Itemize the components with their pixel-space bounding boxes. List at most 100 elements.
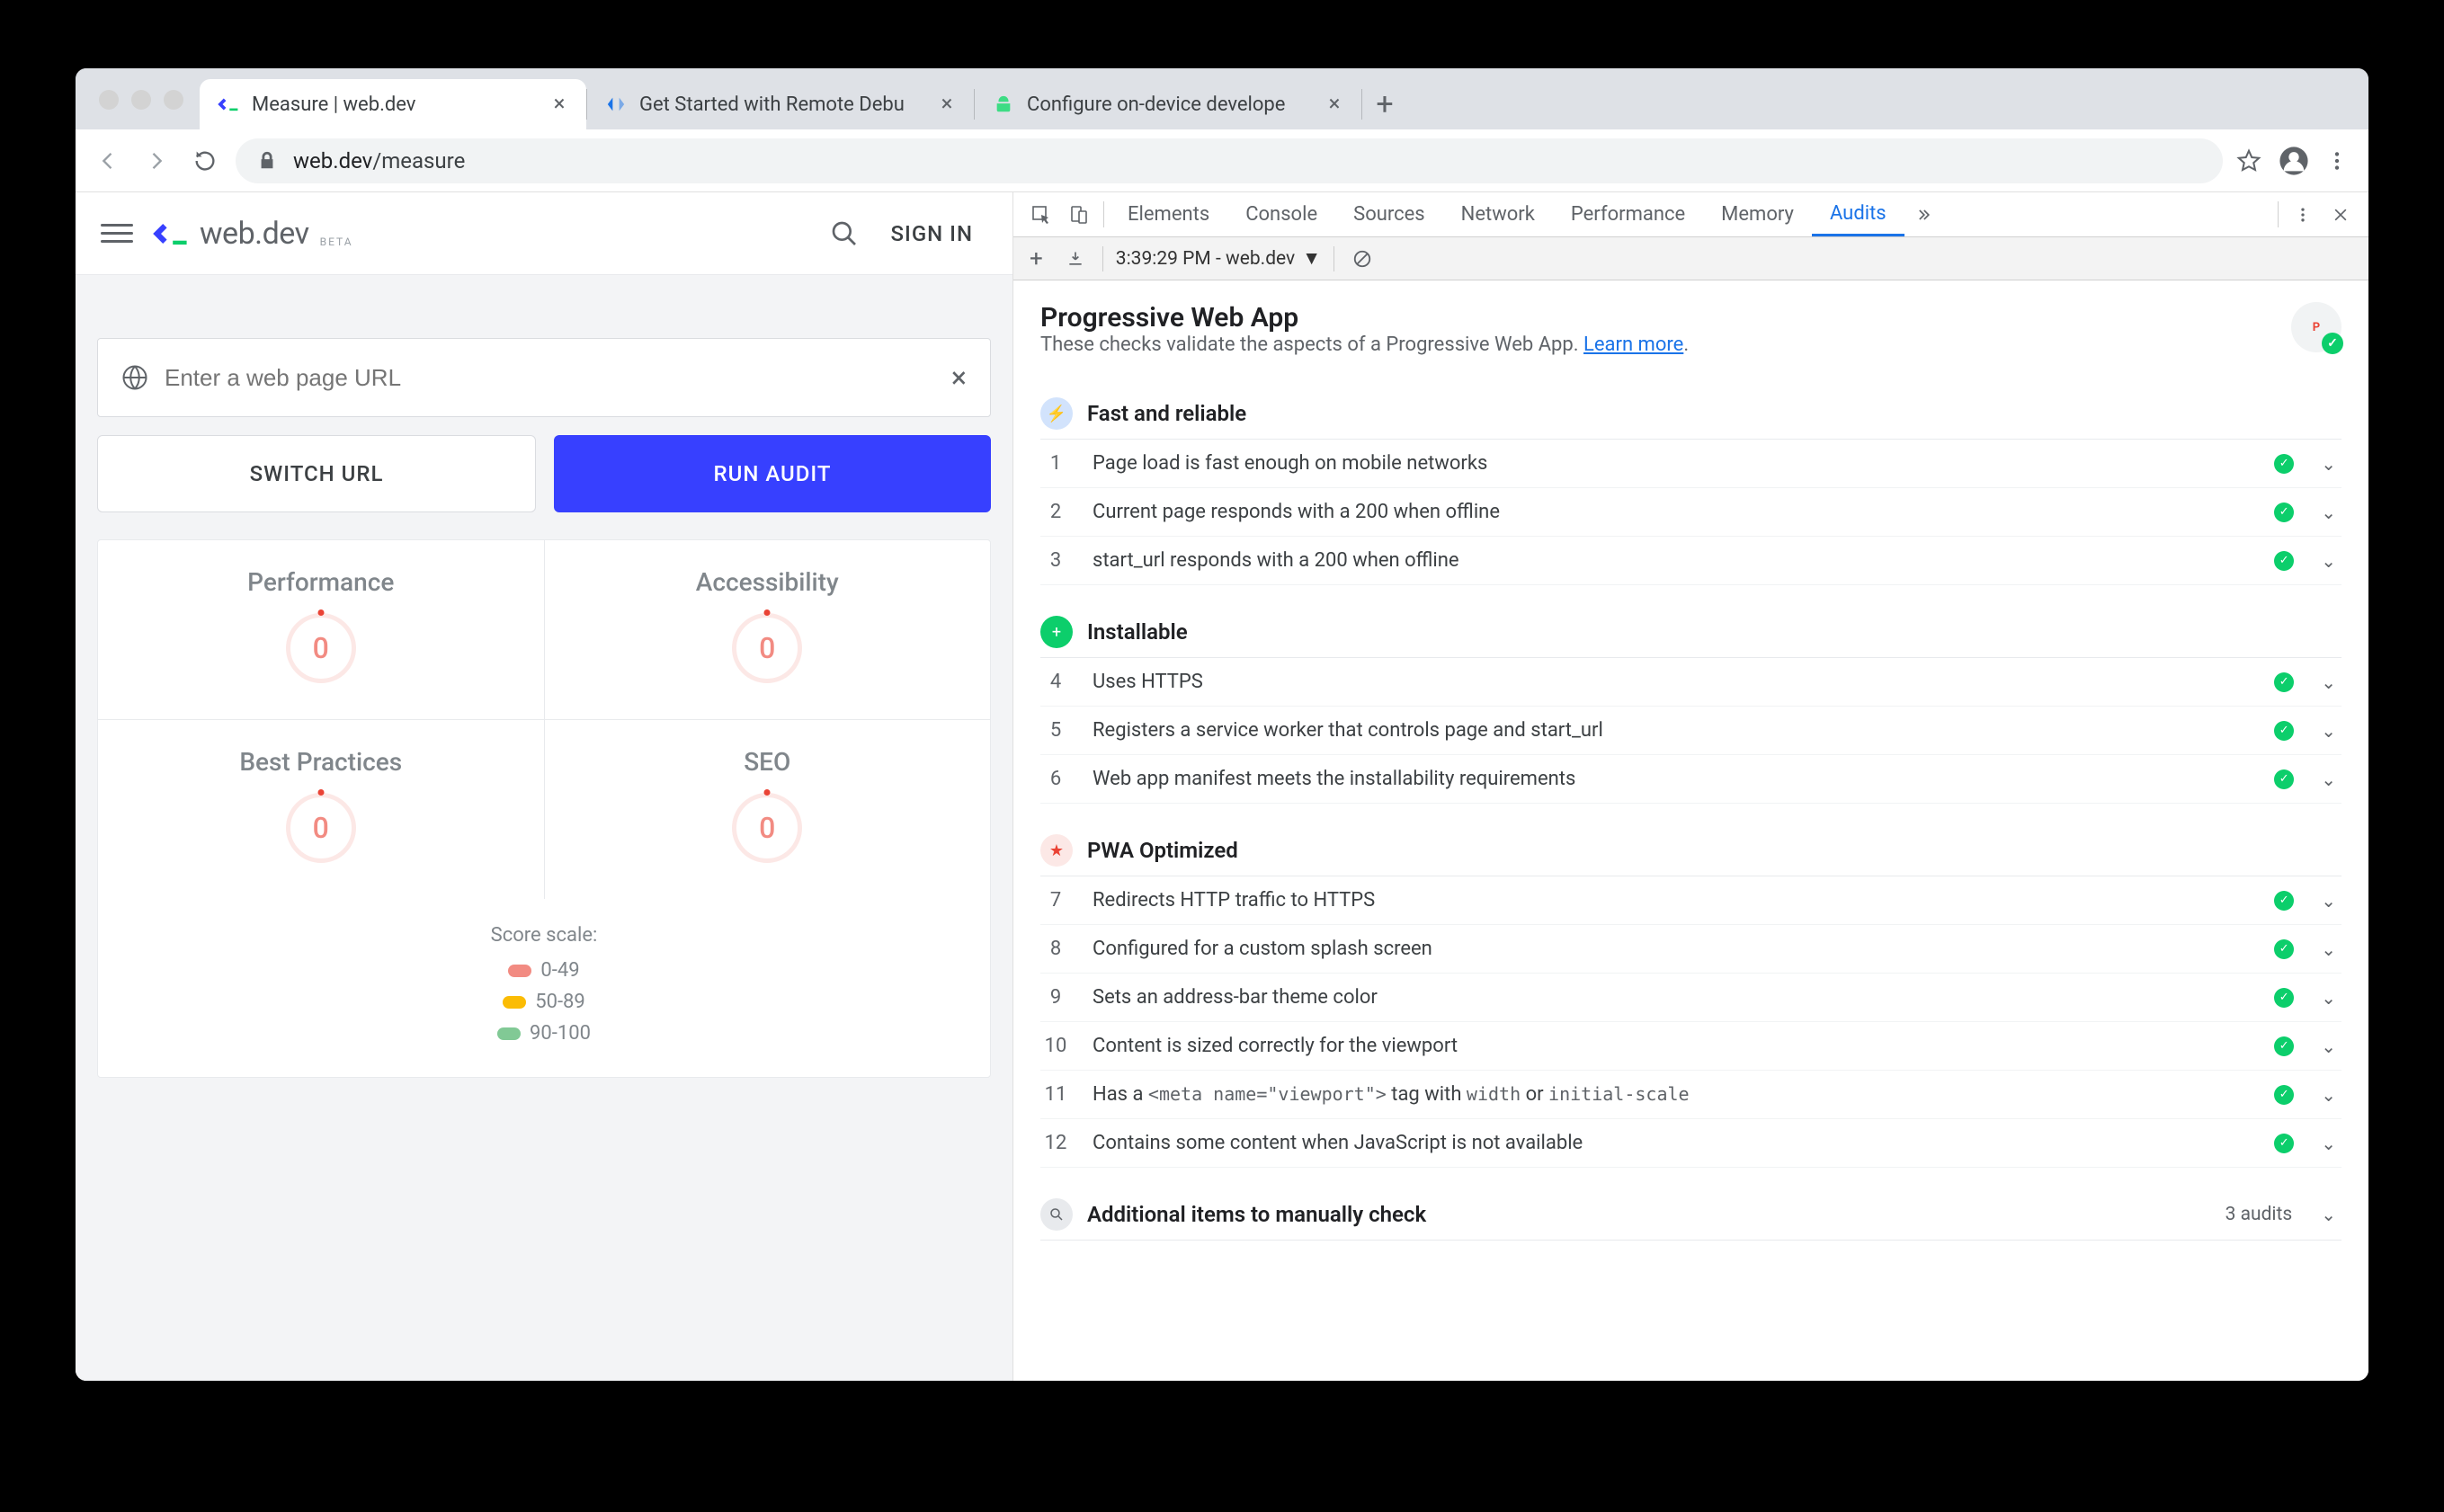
devtools-tab-memory[interactable]: Memory [1703, 192, 1812, 236]
devtools-tab-audits[interactable]: Audits [1812, 192, 1904, 236]
audit-section: ⚡Fast and reliable1Page load is fast eno… [1040, 388, 2341, 585]
section-title: Fast and reliable [1087, 401, 2341, 426]
chevron-down-icon[interactable]: ⌄ [2315, 987, 2341, 1009]
content-area: web.dev BETA SIGN IN × SWITCH URL RUN AU… [76, 192, 2368, 1381]
chevron-down-icon[interactable]: ⌄ [2315, 550, 2341, 572]
devtools-tab-sources[interactable]: Sources [1335, 192, 1443, 236]
close-tab-icon[interactable]: × [1324, 93, 1345, 115]
report-selector[interactable]: 3:39:29 PM - web.dev ▼ [1116, 248, 1321, 270]
scale-item: 50-89 [98, 991, 990, 1013]
forward-button[interactable] [138, 143, 174, 179]
clear-url-icon[interactable]: × [951, 360, 967, 395]
score-best-practices: Best Practices 0 [98, 720, 544, 899]
signin-button[interactable]: SIGN IN [877, 221, 988, 246]
page-body: × SWITCH URL RUN AUDIT Performance 0 Acc… [76, 275, 1012, 1381]
audit-text: Sets an address-bar theme color [1093, 986, 2252, 1009]
learn-more-link[interactable]: Learn more [1583, 334, 1683, 356]
clear-icon[interactable] [1347, 249, 1378, 269]
devtools-tab-performance[interactable]: Performance [1553, 192, 1703, 236]
kebab-menu-icon[interactable] [2325, 149, 2349, 173]
chevron-down-icon[interactable]: ⌄ [2315, 1133, 2341, 1154]
back-button[interactable] [90, 143, 126, 179]
audit-number: 10 [1040, 1035, 1071, 1057]
chevron-down-icon[interactable]: ⌄ [2315, 938, 2341, 960]
audit-text: Web app manifest meets the installabilit… [1093, 768, 2252, 790]
audit-row[interactable]: 9Sets an address-bar theme color✓⌄ [1040, 974, 2341, 1022]
audit-row[interactable]: 6 Web app manifest meets the installabili… [1040, 755, 2341, 804]
inspect-icon[interactable] [1022, 192, 1060, 236]
devtools-tab-elements[interactable]: Elements [1110, 192, 1227, 236]
check-icon: ✓ [2274, 988, 2294, 1008]
check-icon: ✓ [2274, 939, 2294, 959]
check-icon: ✓ [2274, 672, 2294, 692]
logo[interactable]: web.dev BETA [151, 216, 353, 252]
minimize-window-icon[interactable] [131, 90, 151, 110]
audit-number: 12 [1040, 1132, 1071, 1154]
profile-icon[interactable] [2279, 146, 2309, 176]
close-tab-icon[interactable]: × [936, 93, 958, 115]
url-text: web.dev/measure [293, 148, 465, 173]
browser-tab[interactable]: Get Started with Remote Debu× [587, 79, 974, 129]
reload-button[interactable] [187, 143, 223, 179]
search-icon [1040, 1198, 1073, 1231]
manual-section[interactable]: Additional items to manually check 3 aud… [1040, 1189, 2341, 1241]
star-icon[interactable] [2235, 147, 2262, 174]
tab-title: Measure | web.dev [252, 93, 538, 116]
check-icon: ✓ [2274, 769, 2294, 789]
device-toggle-icon[interactable] [1060, 192, 1098, 236]
audit-row[interactable]: 4Uses HTTPS✓⌄ [1040, 658, 2341, 707]
chevron-down-icon[interactable]: ⌄ [2315, 890, 2341, 912]
more-tabs-icon[interactable] [1904, 192, 1942, 236]
audit-row[interactable]: 1 Page load is fast enough on mobile netw… [1040, 440, 2341, 488]
devtools-kebab-icon[interactable] [2284, 192, 2322, 236]
browser-tab[interactable]: Measure | web.dev × [200, 79, 586, 129]
audit-row[interactable]: 2Current page responds with a 200 when o… [1040, 488, 2341, 537]
audit-row[interactable]: 11Has a <meta name="viewport"> tag with … [1040, 1071, 2341, 1119]
score-grid: Performance 0 Accessibility 0 Best Pract… [97, 539, 991, 1078]
new-tab-button[interactable]: + [1362, 79, 1407, 129]
audit-number: 2 [1040, 501, 1071, 523]
chevron-down-icon[interactable]: ⌄ [2315, 672, 2341, 693]
address-bar[interactable]: web.dev/measure [236, 138, 2223, 183]
audit-row[interactable]: 3start_url responds with a 200 when offl… [1040, 537, 2341, 585]
search-icon[interactable] [830, 219, 859, 248]
audits-toolbar: + 3:39:29 PM - web.dev ▼ [1013, 237, 2368, 280]
audit-number: 1 [1040, 452, 1071, 475]
gauge-icon: 0 [732, 613, 802, 683]
chevron-down-icon[interactable]: ⌄ [2315, 502, 2341, 523]
close-window-icon[interactable] [99, 90, 119, 110]
check-icon: ✓ [2274, 454, 2294, 474]
devtools-tab-network[interactable]: Network [1443, 192, 1553, 236]
score-seo: SEO 0 [544, 720, 991, 899]
menu-button[interactable] [101, 218, 133, 250]
switch-url-button[interactable]: SWITCH URL [97, 435, 536, 512]
devtools-close-icon[interactable] [2322, 192, 2359, 236]
audit-row[interactable]: 12 Contains some content when JavaScript … [1040, 1119, 2341, 1168]
audit-row[interactable]: 5Registers a service worker that control… [1040, 707, 2341, 755]
close-tab-icon[interactable]: × [549, 93, 570, 115]
download-icon[interactable] [1061, 250, 1090, 268]
url-input[interactable] [165, 364, 935, 392]
chevron-down-icon[interactable]: ⌄ [2315, 1084, 2341, 1106]
audit-row[interactable]: 8Configured for a custom splash screen✓⌄ [1040, 925, 2341, 974]
arrow-left-icon [95, 148, 120, 173]
chevron-down-icon[interactable]: ⌄ [2315, 720, 2341, 742]
audit-text: Has a <meta name="viewport"> tag with wi… [1093, 1083, 2252, 1106]
pwa-badge-icon: P ✓ [2291, 302, 2341, 352]
audit-text: Page load is fast enough on mobile netwo… [1093, 452, 2252, 475]
audit-row[interactable]: 7Redirects HTTP traffic to HTTPS✓⌄ [1040, 876, 2341, 925]
favicon-icon [216, 92, 241, 117]
audit-number: 6 [1040, 768, 1071, 790]
chevron-down-icon[interactable]: ⌄ [2315, 1036, 2341, 1057]
devtools-tab-console[interactable]: Console [1227, 192, 1335, 236]
chevron-down-icon[interactable]: ⌄ [2315, 769, 2341, 790]
audit-text: Contains some content when JavaScript is… [1093, 1132, 2252, 1154]
check-icon: ✓ [2274, 891, 2294, 911]
chevron-down-icon[interactable]: ⌄ [2315, 453, 2341, 475]
browser-tab[interactable]: Configure on-device develope× [975, 79, 1361, 129]
browser-window: Measure | web.dev×Get Started with Remot… [76, 68, 2368, 1381]
maximize-window-icon[interactable] [164, 90, 183, 110]
run-audit-button[interactable]: RUN AUDIT [554, 435, 991, 512]
new-audit-icon[interactable]: + [1024, 245, 1048, 272]
audit-row[interactable]: 10Content is sized correctly for the vie… [1040, 1022, 2341, 1071]
